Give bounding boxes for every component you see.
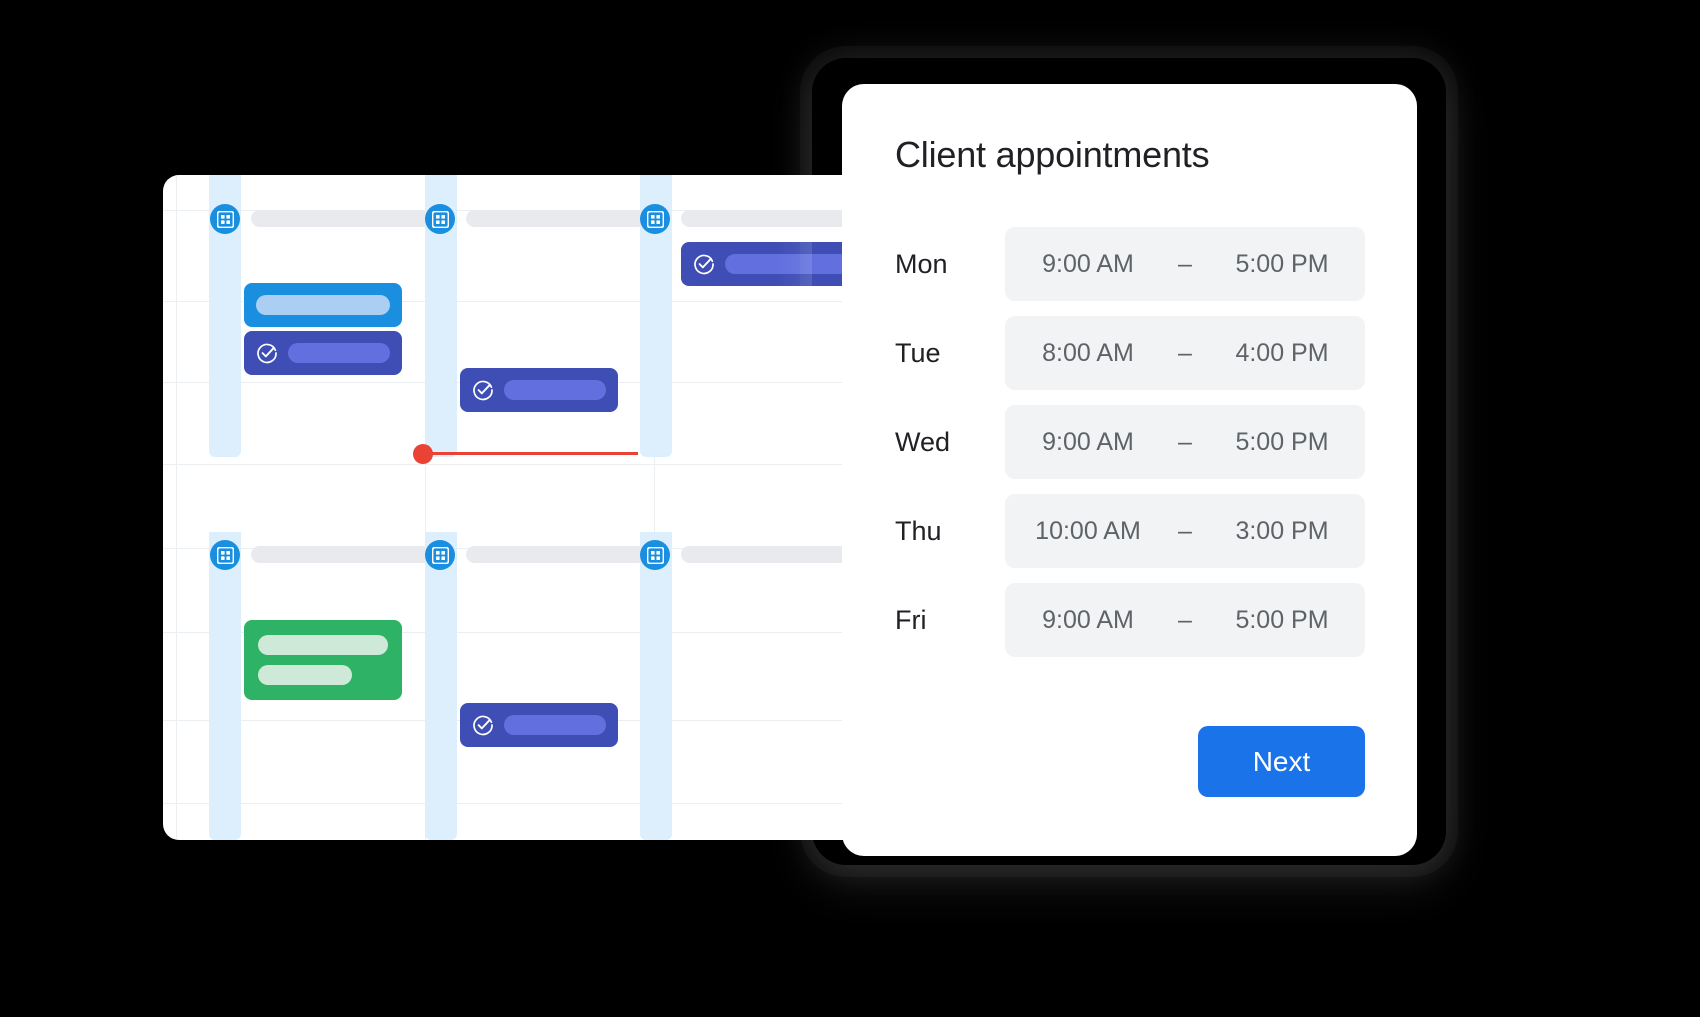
current-time-dot — [413, 444, 433, 464]
event-title-placeholder — [251, 210, 431, 227]
schedule-day-label: Wed — [895, 426, 951, 457]
check-circle-icon — [472, 379, 494, 401]
schedule-row: Fri 9:00 AM – 5:00 PM — [895, 583, 1365, 657]
calendar-grid-icon[interactable] — [425, 540, 455, 570]
range-dash: – — [1178, 338, 1192, 367]
time-range-field[interactable]: 8:00 AM – 4:00 PM — [1005, 316, 1365, 390]
grid-vline — [176, 175, 177, 840]
start-time-value[interactable]: 10:00 AM — [1013, 517, 1163, 546]
calendar-event-chip[interactable] — [244, 283, 402, 327]
end-time-value[interactable]: 5:00 PM — [1207, 606, 1357, 635]
calendar-card — [163, 175, 923, 840]
calendar-grid-icon[interactable] — [210, 204, 240, 234]
range-dash: – — [1178, 516, 1192, 545]
day-column-strip — [640, 532, 672, 840]
start-time-value[interactable]: 9:00 AM — [1013, 606, 1163, 635]
schedule-row: Wed 9:00 AM – 5:00 PM — [895, 405, 1365, 479]
start-time-value[interactable]: 9:00 AM — [1013, 428, 1163, 457]
schedule-day-label: Thu — [895, 515, 942, 546]
event-label-placeholder — [258, 635, 388, 655]
current-time-line — [423, 452, 638, 455]
calendar-grid-icon[interactable] — [640, 540, 670, 570]
calendar-grid-icon[interactable] — [640, 204, 670, 234]
time-range-field[interactable]: 9:00 AM – 5:00 PM — [1005, 227, 1365, 301]
event-label-placeholder — [258, 665, 352, 685]
schedule-row: Mon 9:00 AM – 5:00 PM — [895, 227, 1365, 301]
schedule-day-label: Mon — [895, 248, 948, 279]
client-appointments-panel: Client appointments Mon 9:00 AM – 5:00 P… — [842, 84, 1417, 856]
calendar-event-chip[interactable] — [460, 368, 618, 412]
calendar-grid-icon[interactable] — [210, 540, 240, 570]
event-title-placeholder — [251, 546, 431, 563]
time-range-field[interactable]: 9:00 AM – 5:00 PM — [1005, 583, 1365, 657]
time-range-field[interactable]: 9:00 AM – 5:00 PM — [1005, 405, 1365, 479]
calendar-grid-icon[interactable] — [425, 204, 455, 234]
schedule-row: Thu 10:00 AM – 3:00 PM — [895, 494, 1365, 568]
start-time-value[interactable]: 9:00 AM — [1013, 250, 1163, 279]
check-circle-icon — [693, 253, 715, 275]
check-circle-icon — [256, 342, 278, 364]
grid-hline — [163, 464, 923, 465]
event-label-placeholder — [504, 715, 606, 735]
event-title-placeholder — [466, 210, 646, 227]
day-column-strip — [425, 532, 457, 840]
end-time-value[interactable]: 5:00 PM — [1207, 250, 1357, 279]
time-range-field[interactable]: 10:00 AM – 3:00 PM — [1005, 494, 1365, 568]
start-time-value[interactable]: 8:00 AM — [1013, 339, 1163, 368]
end-time-value[interactable]: 3:00 PM — [1207, 517, 1357, 546]
range-dash: – — [1178, 249, 1192, 278]
event-label-placeholder — [288, 343, 390, 363]
next-button[interactable]: Next — [1198, 726, 1365, 797]
event-label-placeholder — [256, 295, 390, 315]
end-time-value[interactable]: 4:00 PM — [1207, 339, 1357, 368]
range-dash: – — [1178, 427, 1192, 456]
schedule-list: Mon 9:00 AM – 5:00 PM Tue 8:00 AM – 4:00… — [895, 227, 1365, 672]
range-dash: – — [1178, 605, 1192, 634]
page-background: Client appointments Mon 9:00 AM – 5:00 P… — [0, 0, 1700, 1017]
event-label-placeholder — [504, 380, 606, 400]
schedule-row: Tue 8:00 AM – 4:00 PM — [895, 316, 1365, 390]
check-circle-icon — [472, 714, 494, 736]
grid-hline — [163, 803, 923, 804]
end-time-value[interactable]: 5:00 PM — [1207, 428, 1357, 457]
page-title: Client appointments — [895, 134, 1210, 175]
schedule-day-label: Fri — [895, 604, 927, 635]
event-title-placeholder — [466, 546, 646, 563]
calendar-event-chip[interactable] — [244, 331, 402, 375]
calendar-event-chip[interactable] — [460, 703, 618, 747]
schedule-day-label: Tue — [895, 337, 941, 368]
day-column-strip — [209, 532, 241, 840]
calendar-event-chip[interactable] — [244, 620, 402, 700]
